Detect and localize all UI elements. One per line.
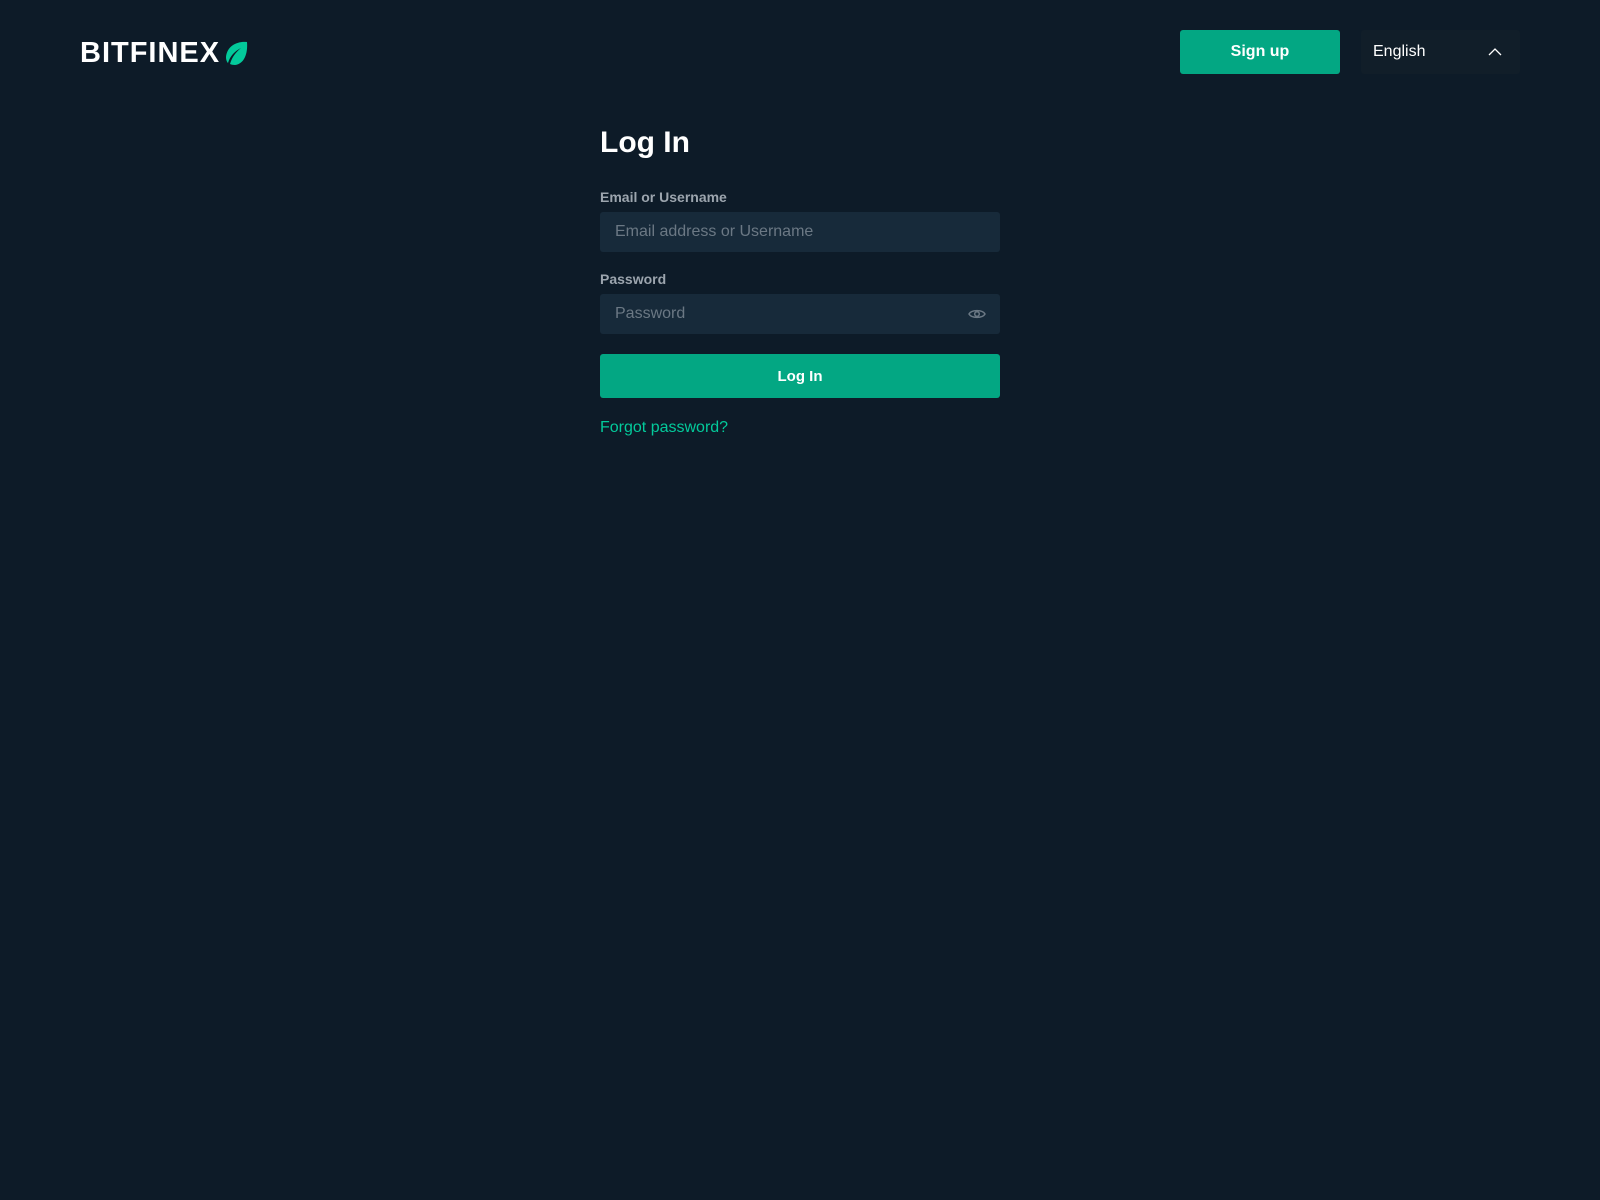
page-title: Log In: [600, 126, 690, 159]
password-label: Password: [600, 271, 667, 287]
signup-button[interactable]: Sign up: [1180, 30, 1340, 74]
logo-wordmark: BITFINEX: [80, 37, 221, 69]
forgot-password-link[interactable]: Forgot password?: [600, 419, 728, 437]
email-field-wrapper: [600, 212, 1000, 252]
password-input[interactable]: [600, 294, 1000, 334]
bitfinex-logo[interactable]: BITFINEX: [80, 38, 249, 68]
password-field-wrapper: [600, 294, 1000, 334]
language-select[interactable]: English: [1361, 30, 1520, 74]
login-button[interactable]: Log In: [600, 354, 1000, 398]
eye-icon[interactable]: [968, 306, 986, 322]
language-label: English: [1373, 43, 1426, 60]
chevron-up-icon: [1488, 48, 1502, 56]
email-input[interactable]: [600, 212, 1000, 252]
email-label: Email or Username: [600, 189, 727, 205]
leaf-icon: [226, 41, 248, 65]
login-page: BITFINEX Sign up English Log In Email or…: [0, 0, 1600, 1200]
login-form: Log In Email or Username Password Log In…: [600, 120, 1000, 437]
